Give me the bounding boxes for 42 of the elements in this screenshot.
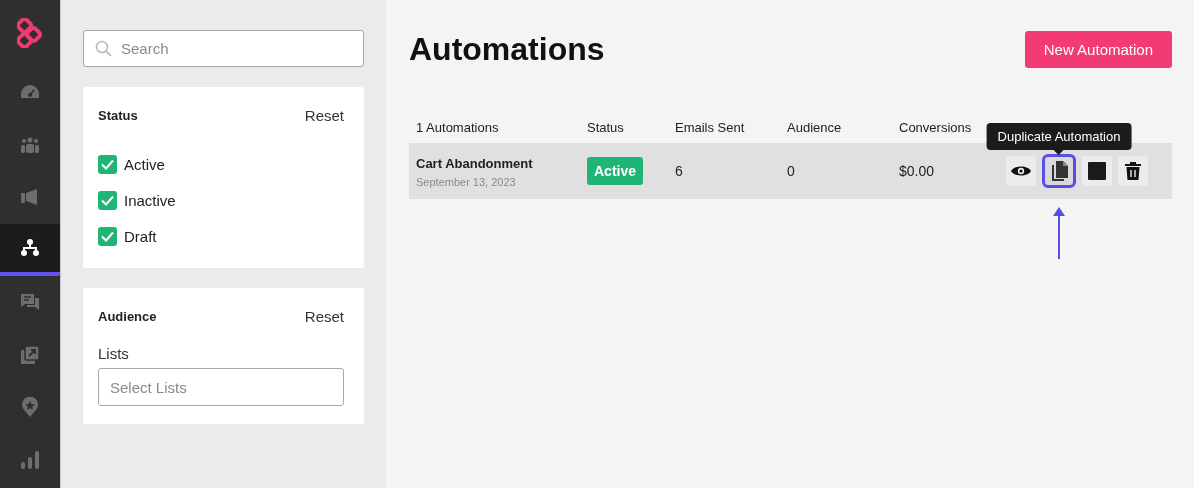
stop-button[interactable] xyxy=(1082,156,1112,186)
arrow-annotation xyxy=(1053,207,1065,259)
images-icon xyxy=(21,345,39,364)
filter-title: Audience xyxy=(98,309,157,324)
group-icon xyxy=(20,136,40,153)
field-label: Lists xyxy=(98,345,130,362)
checkbox-label: Inactive xyxy=(124,191,176,209)
search-field[interactable]: Search xyxy=(83,30,364,67)
star-pin-icon xyxy=(21,397,39,418)
table-cell-text: $0.00 xyxy=(899,163,936,179)
search-icon xyxy=(95,40,112,57)
hierarchy-icon xyxy=(20,238,40,257)
reset-link[interactable]: Reset xyxy=(304,308,344,325)
checkbox[interactable] xyxy=(98,154,117,174)
megaphone-icon xyxy=(21,189,39,206)
chat-icon xyxy=(20,293,40,312)
checkbox-label: Active xyxy=(124,155,165,173)
page-title: Automations xyxy=(409,30,605,68)
table-cell-text: 6 xyxy=(675,163,684,179)
view-button[interactable] xyxy=(1006,156,1036,186)
trash-icon xyxy=(1125,162,1141,180)
automation-date: September 13, 2023 xyxy=(416,176,517,188)
nav-item[interactable] xyxy=(0,223,60,276)
eye-icon xyxy=(1011,165,1031,177)
gauge-icon xyxy=(20,84,40,101)
checkbox[interactable] xyxy=(98,226,117,246)
bar-chart-icon xyxy=(21,450,39,469)
delete-button[interactable] xyxy=(1118,156,1148,186)
tooltip: Duplicate Automation xyxy=(986,123,1132,155)
checkbox[interactable] xyxy=(98,190,117,210)
duplicate-button[interactable] xyxy=(1042,154,1076,188)
filter-title: Status xyxy=(98,108,138,123)
copy-icon xyxy=(1050,161,1068,181)
stop-icon xyxy=(1088,162,1106,180)
automation-name: Cart Abandonment xyxy=(416,156,533,171)
select-field[interactable]: Select Lists xyxy=(98,368,344,406)
reset-link[interactable]: Reset xyxy=(304,107,344,124)
table-cell-text: 0 xyxy=(787,163,796,179)
status-badge: Active xyxy=(587,157,644,185)
logo-icon[interactable] xyxy=(17,18,43,48)
checkbox-label: Draft xyxy=(124,227,157,245)
new-automation-button[interactable]: New Automation xyxy=(1024,31,1172,68)
